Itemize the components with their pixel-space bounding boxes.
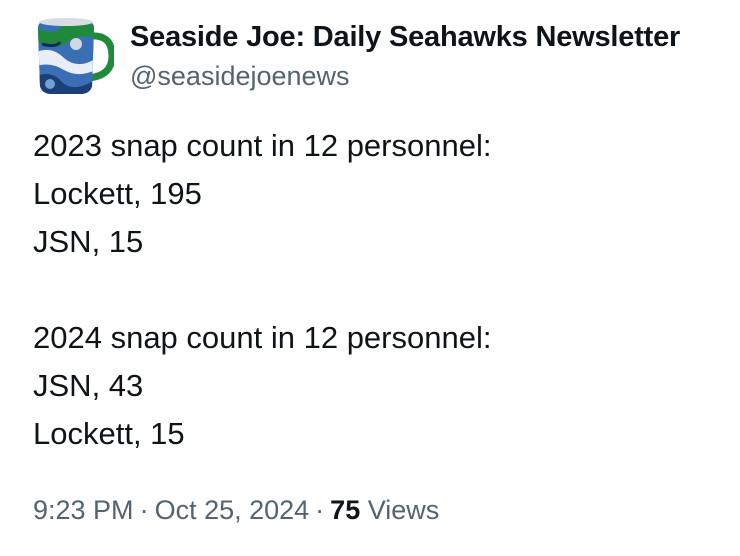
author-handle[interactable]: @seasidejoenews [130,58,680,94]
tweet-line: Lockett, 195 [33,176,202,211]
tweet-line: 2023 snap count in 12 personnel: [33,128,492,163]
author-display-name[interactable]: Seaside Joe: Daily Seahawks Newsletter [130,18,680,56]
tweet-line: JSN, 15 [33,224,144,259]
tweet-line: Lockett, 15 [33,416,185,451]
views-label: Views [367,495,440,525]
tweet-time[interactable]: 9:23 PM [33,495,134,525]
tweet-line: JSN, 43 [33,368,144,403]
tweet-card: Seaside Joe: Daily Seahawks Newsletter @… [0,0,740,556]
tweet-text: 2023 snap count in 12 personnel: Lockett… [33,122,723,458]
views-count: 75 [330,495,361,525]
tweet-meta: 9:23 PM · Oct 25, 2024 · 75 Views [33,488,439,532]
tweet-line: 2024 snap count in 12 personnel: [33,320,492,355]
meta-separator: · [315,495,325,525]
avatar[interactable] [32,14,116,96]
green-mug-avatar-icon [38,18,116,94]
tweet-header: Seaside Joe: Daily Seahawks Newsletter @… [32,14,680,96]
author-names: Seaside Joe: Daily Seahawks Newsletter @… [130,18,680,94]
tweet-date[interactable]: Oct 25, 2024 [155,495,310,525]
meta-separator: · [139,495,149,525]
